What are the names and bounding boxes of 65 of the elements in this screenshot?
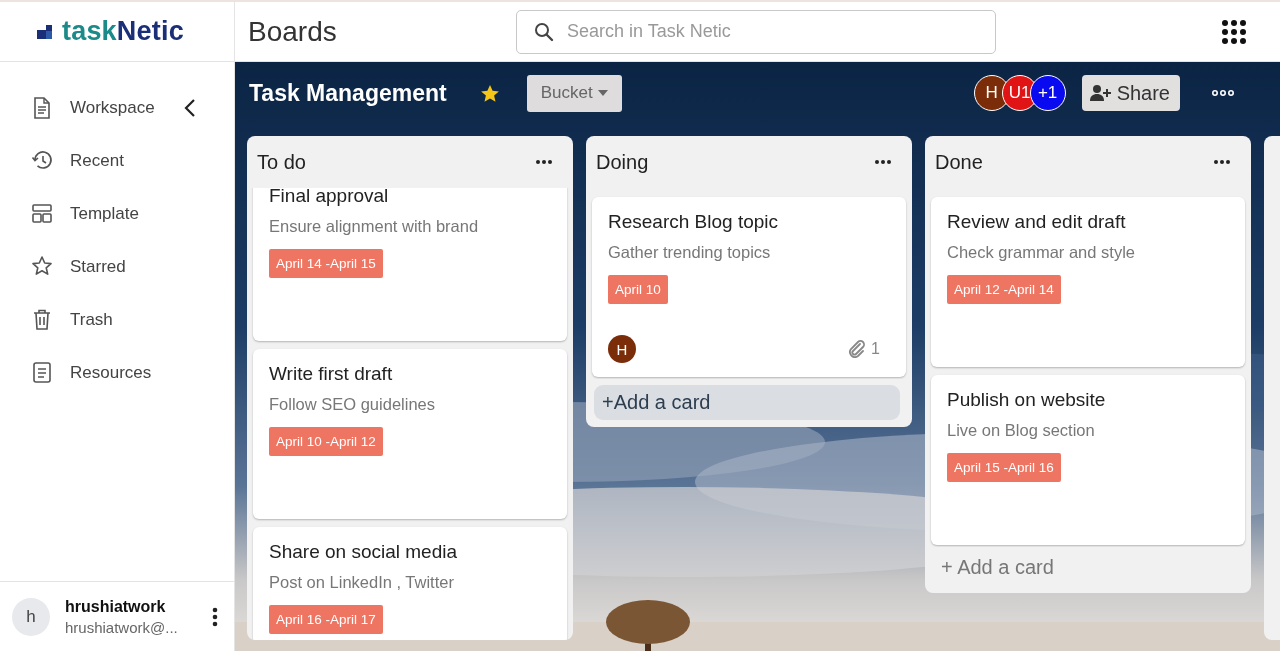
paperclip-icon [848,340,867,358]
card-description: Gather trending topics [608,243,771,262]
task-card[interactable]: Review and edit draft Check grammar and style April 12 -April 14 [931,197,1245,367]
task-card[interactable]: Share on social media Post on LinkedIn , Twitter April 16 -April 17 [253,527,567,640]
kebab-menu-icon[interactable] [212,606,218,627]
card-title: Review and edit draft [947,211,1126,233]
page-title: Boards [248,15,338,48]
sidebar-item[interactable]: Resources [31,357,152,388]
task-card[interactable]: Final approval Ensure alignment with brand April 14 -April 15 [253,188,567,341]
sidebar-item[interactable]: Trash [31,304,113,335]
collapse-chevron-icon[interactable] [183,97,196,118]
attachment-count: 1 [871,340,880,358]
date-tag: April 12 -April 14 [947,275,1061,304]
card-title: Share on social media [269,541,457,563]
card-title: Publish on website [947,389,1106,411]
date-tag: April 16 -April 17 [269,605,383,634]
more-options-icon[interactable] [1213,159,1231,165]
date-tag: April 14 -April 15 [269,249,383,278]
user-email: hrushiatwork@... [65,618,179,636]
add-user-icon [1089,84,1112,102]
card-description: Follow SEO guidelines [269,395,435,414]
sidebar-item-icon [31,96,53,119]
sidebar-item[interactable]: Workspace [31,92,155,123]
caret-icon [597,90,608,96]
apps-grid-icon[interactable] [1222,19,1246,44]
list-title: Done [935,150,983,174]
sidebar-item[interactable]: Template [31,198,139,229]
star-icon[interactable] [479,83,500,103]
card-description: Post on LinkedIn , Twitter [269,573,454,592]
date-tag: April 15 -April 16 [947,453,1061,482]
add-card-button[interactable]: + Add a card [933,550,1239,585]
board-title: Task Management [249,79,447,107]
more-options-icon[interactable] [874,159,892,165]
sidebar-item-icon [31,202,53,225]
sidebar-item-icon [31,255,53,278]
sidebar-item[interactable]: Starred [31,251,126,282]
share-button[interactable]: Share [1081,75,1180,111]
date-tag: April 10 [608,275,668,304]
bucket-dropdown[interactable]: Bucket [526,74,622,112]
card-description: Live on Blog section [947,421,1095,440]
logo-icon [37,24,53,39]
sidebar-item-icon [31,361,53,384]
add-card-button[interactable]: +Add a card [594,385,900,420]
card-title: Write first draft [269,363,393,385]
more-options-icon[interactable] [535,159,553,165]
search-icon [534,21,554,42]
sidebar-item-icon [31,149,53,172]
assignee-avatar: H [608,335,636,363]
task-card[interactable]: Publish on website Live on Blog section April 15 -April 16 [931,375,1245,545]
user-name: hrushiatwork [65,597,167,616]
more-options-icon[interactable] [1212,90,1234,96]
sidebar-item-icon [31,308,53,331]
search-field[interactable]: Search in Task Netic [516,9,996,54]
task-card[interactable]: Write first draft Follow SEO guidelines April 10 -April 12 [253,349,567,519]
list-title: Doing [596,150,649,174]
logo-text: taskNetic [62,16,184,47]
card-title: Research Blog topic [608,211,779,233]
card-title: Final approval [269,188,389,207]
task-card[interactable]: Research Blog topic Gather trending topics April 10 H 1 [592,197,906,377]
card-description: Ensure alignment with brand [269,217,479,236]
user-avatar: h [12,597,50,636]
date-tag: April 10 -April 12 [269,427,383,456]
card-description: Check grammar and style [947,243,1135,262]
list-title: To do [257,150,306,174]
sidebar-item[interactable]: Recent [31,145,124,176]
